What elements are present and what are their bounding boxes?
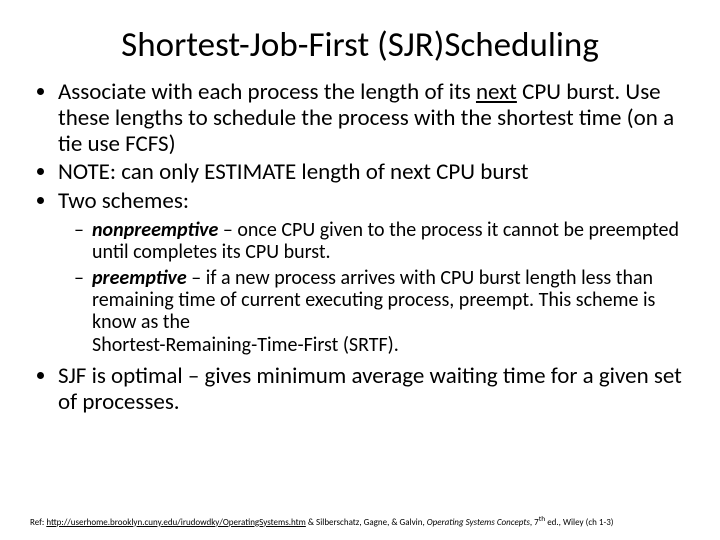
slide-title: Shortest-Job-First (SJR)Scheduling — [30, 24, 690, 66]
bullet-1: Associate with each process the length o… — [58, 80, 690, 157]
slide: Shortest-Job-First (SJR)Scheduling Assoc… — [0, 0, 720, 540]
sub-1-term: nonpreemptive — [92, 218, 218, 242]
footer-pre: Ref: — [30, 517, 46, 528]
sub-bullet-list: nonpreemptive – once CPU given to the pr… — [58, 219, 690, 356]
footer-post-italic: Operating Systems Concepts — [427, 517, 530, 528]
footer-post-a: & Silberschatz, Gagne, & Galvin, — [306, 517, 427, 528]
footer-link[interactable]: http://userhome.brooklyn.cuny.edu/irudow… — [46, 517, 306, 528]
bullet-3: Two schemes: nonpreemptive – once CPU gi… — [58, 189, 690, 356]
sub-2-rest-b: Shortest-Remaining-Time-First (SRTF). — [92, 333, 399, 357]
bullet-1-pre: Associate with each process the length o… — [58, 78, 476, 106]
bullet-4: SJF is optimal – gives minimum average w… — [58, 364, 690, 416]
sub-bullet-2: preemptive – if a new process arrives wi… — [92, 267, 690, 357]
footer: Ref: http://userhome.brooklyn.cuny.edu/i… — [30, 516, 690, 528]
sub-2-term: preemptive — [92, 266, 187, 290]
bullet-list: Associate with each process the length o… — [30, 80, 690, 416]
bullet-1-underlined: next — [476, 78, 517, 106]
bullet-3-text: Two schemes: — [58, 187, 189, 215]
sub-bullet-1: nonpreemptive – once CPU given to the pr… — [92, 219, 690, 264]
footer-post-c: ed., Wiley (ch 1-3) — [545, 517, 613, 528]
footer-post-b: , 7 — [530, 517, 539, 528]
bullet-2: NOTE: can only ESTIMATE length of next C… — [58, 160, 690, 186]
